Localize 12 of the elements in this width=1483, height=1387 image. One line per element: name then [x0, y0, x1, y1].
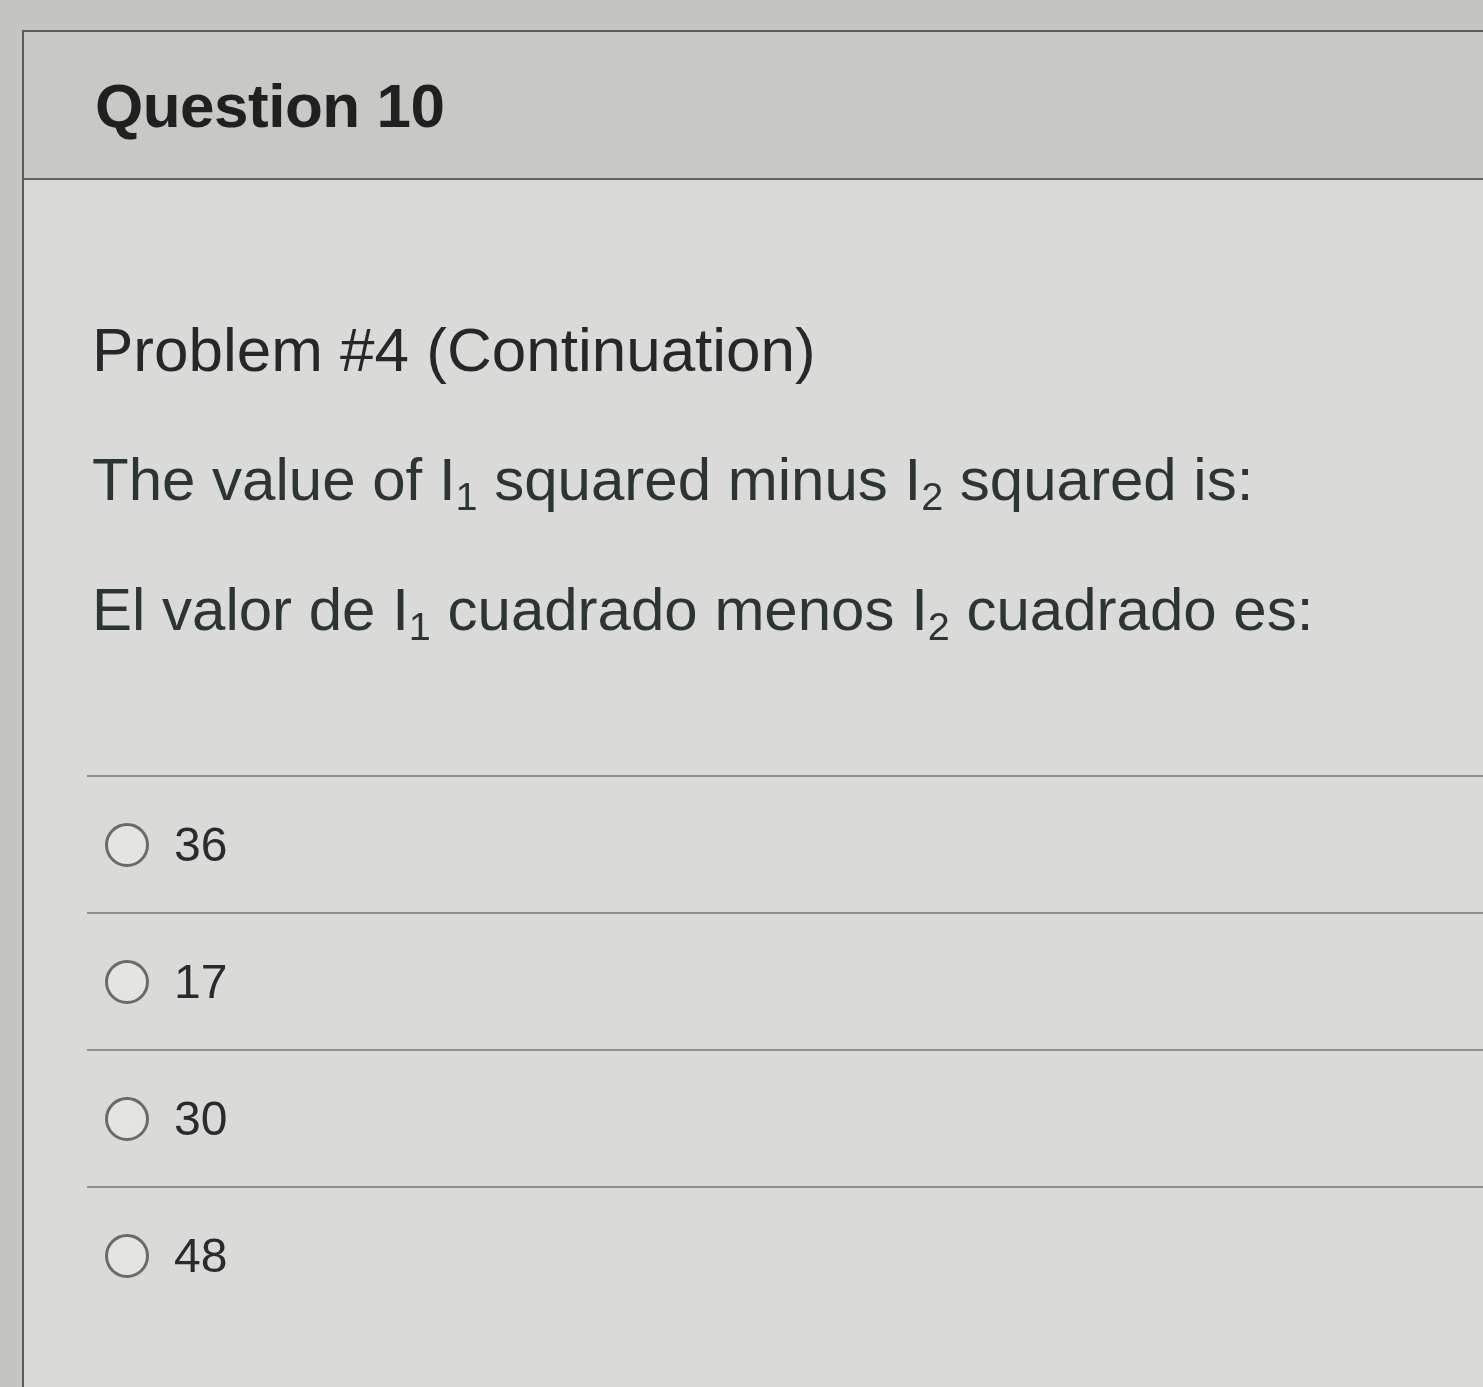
radio-button[interactable] [105, 822, 149, 867]
answer-label[interactable]: 30 [174, 1091, 228, 1146]
problem-heading: Problem #4 (Continuation) [92, 314, 817, 386]
question-text: The value of I$_{1}$ squared minus I$_{2}$ squared is: [92, 445, 1255, 516]
radio-button[interactable] [105, 1096, 149, 1141]
answer-label[interactable]: 17 [174, 954, 228, 1009]
answer-label[interactable]: 36 [174, 817, 228, 872]
radio-button[interactable] [105, 1233, 149, 1278]
question-text: El valor de I$_{1}$ cuadrado menos I$_{2}$ cuadrado es: [92, 575, 1315, 646]
answer-label[interactable]: 48 [174, 1228, 228, 1283]
radio-button[interactable] [105, 959, 149, 1004]
question-title: Question 10 [95, 69, 445, 141]
